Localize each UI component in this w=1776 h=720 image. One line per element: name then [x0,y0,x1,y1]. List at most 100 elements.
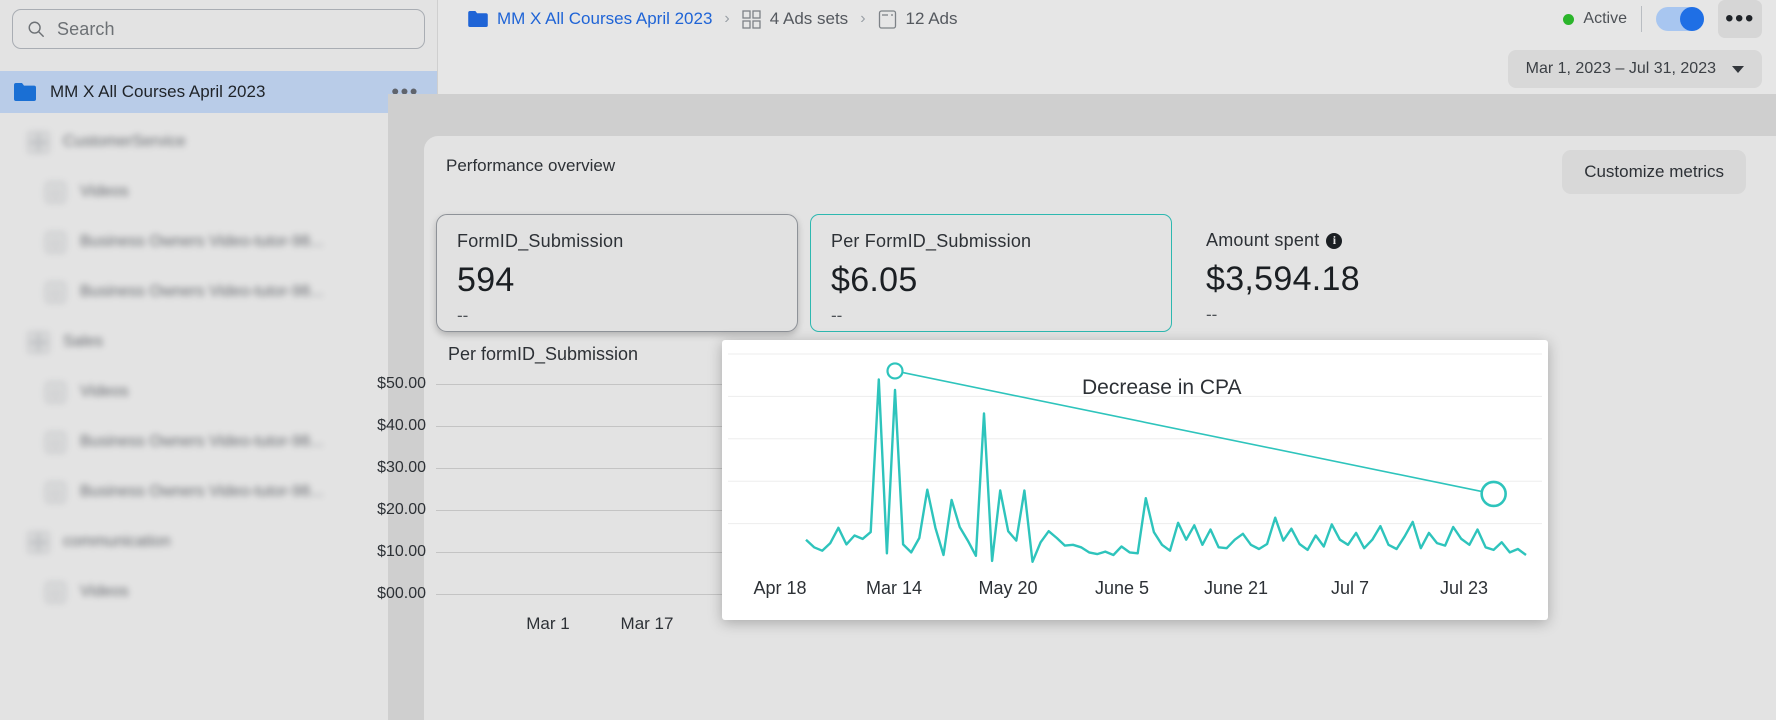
grid-icon [742,9,761,29]
sidebar-item-label: CustomerService [63,133,186,150]
cpa-trend-start-marker [886,362,904,380]
sidebar-item-5[interactable]: Videos [0,367,437,417]
metric-card-value: $3,594.18 [1206,260,1360,298]
sidebar-item-label: Business Owners Video-tutor-98... [80,283,324,300]
background-chart-ytick: $40.00 [377,417,426,434]
adset-icon [45,481,66,503]
sidebar-item-label: communication [63,533,171,550]
sidebar-item-9[interactable]: Videos [0,567,437,617]
sidebar-item-selected-folder[interactable]: MM X All Courses April 2023 ••• [0,71,437,113]
breadcrumb-item-ads[interactable]: 12 Ads [878,9,958,29]
metric-card-value: $6.05 [831,261,918,299]
sidebar-item-6[interactable]: Business Owners Video-tutor-98... [0,417,437,467]
metric-card-amount-spent[interactable]: Amount spent i $3,594.18 -- [1186,214,1566,332]
sidebar-item-label: Videos [80,183,129,200]
breadcrumb-adsets-label: 4 Ads sets [769,9,849,28]
folder-icon [14,83,36,101]
cpa-line-series [805,378,1527,563]
search-container: Search [0,0,437,49]
status-dot-icon [1563,13,1575,25]
metric-card-formid-submission[interactable]: FormID_Submission 594 -- [436,214,798,332]
cpa-chart-xtick: Jul 23 [1439,578,1489,598]
sidebar-item-label: Videos [80,383,129,400]
sidebar-folder-label: MM X All Courses April 2023 [50,82,266,101]
background-chart-ytick: $30.00 [377,459,426,476]
metric-card-per-formid-submission[interactable]: Per FormID_Submission $6.05 -- [810,214,1172,332]
background-chart-ytick: $00.00 [377,585,426,602]
metric-card-label: Amount spent i [1206,230,1546,251]
search-placeholder: Search [57,18,115,39]
metric-card-sub: -- [457,306,469,325]
cpa-chart-xtick: June 21 [1203,578,1269,598]
app-root: Search MM X All Courses April 2023 ••• C… [0,0,1776,720]
metric-card-sub: -- [1206,305,1218,324]
adset-icon [45,281,66,303]
adset-icon [45,231,66,253]
info-icon[interactable]: i [1326,232,1343,249]
status-label: Active [1583,10,1627,27]
campaign-icon [28,331,49,353]
adset-icon [45,581,66,603]
breadcrumb-ads-label: 12 Ads [905,9,958,28]
sidebar-item-label: Business Owners Video-tutor-98... [80,233,324,250]
cpa-chart-svg [728,353,1542,563]
background-chart-ytick: $10.00 [377,543,426,560]
sidebar-item-4[interactable]: Sales [0,317,437,367]
sidebar-item-7[interactable]: Business Owners Video-tutor-98... [0,467,437,517]
date-range-selector[interactable]: Mar 1, 2023 – Jul 31, 2023 [1507,50,1762,88]
adset-icon [45,381,66,403]
search-icon [28,21,44,37]
background-chart-xtick: Mar 1 [526,614,570,633]
cpa-chart-xtick: June 5 [1094,578,1150,598]
cpa-chart-overlay: Decrease in CPA Apr 18 Mar 14 May 20 June 5… [722,340,1548,620]
date-range-label: Mar 1, 2023 – Jul 31, 2023 [1525,60,1716,77]
ellipsis-icon: ••• [1725,5,1755,32]
metric-cards: FormID_Submission 594 -- Per FormID_Subm… [424,214,1776,332]
cpa-chart-xtick: May 20 [978,578,1038,598]
background-chart-xtick: Mar 17 [620,614,674,633]
sidebar-item-1[interactable]: Videos [0,167,437,217]
metric-card-label: FormID_Submission [457,231,624,251]
more-options-button[interactable]: ••• [1718,0,1762,38]
sidebar-item-3[interactable]: Business Owners Video-tutor-98... [0,267,437,317]
campaign-icon [28,131,49,153]
breadcrumb-separator-2: › [860,10,866,27]
metric-card-label-text: Amount spent [1206,230,1320,250]
cpa-chart-xaxis: Apr 18 Mar 14 May 20 June 5 June 21 Jul 7 Jul … [722,568,1548,620]
adset-icon [45,431,66,453]
sidebar-item-label: Business Owners Video-tutor-98... [80,483,324,500]
page-title: Performance overview [446,156,616,175]
breadcrumb-item-adsets[interactable]: 4 Ads sets [742,9,848,29]
search-input[interactable]: Search [12,9,425,49]
customize-metrics-button[interactable]: Customize metrics [1562,150,1746,194]
sidebar-item-label: Sales [63,333,104,350]
sidebar: Search MM X All Courses April 2023 ••• C… [0,0,438,720]
breadcrumb-folder-label: MM X All Courses April 2023 [497,9,713,28]
sidebar-item-label: Videos [80,583,129,600]
datebar: Mar 1, 2023 – Jul 31, 2023 [438,38,1776,94]
ad-icon [878,9,896,29]
topbar-actions: Active ••• [1563,0,1776,38]
metric-card-label: Per FormID_Submission [831,231,1032,251]
adset-icon [45,181,66,203]
sidebar-item-8[interactable]: communication [0,517,437,567]
divider [1641,6,1642,32]
breadcrumb: MM X All Courses April 2023 › 4 Ads sets… [468,9,958,29]
sidebar-tree: CustomerService Videos Business Owners Vid… [0,113,437,617]
sidebar-item-0[interactable]: CustomerService [0,117,437,167]
metric-card-sub: -- [831,306,843,325]
breadcrumb-separator: › [724,10,730,27]
status-badge: Active [1563,10,1627,28]
cpa-chart-xtick: Mar 14 [865,578,923,598]
background-chart-ytick: $50.00 [377,375,426,392]
active-toggle[interactable] [1656,7,1704,31]
cpa-trend-end-marker [1480,480,1507,508]
chart-annotation: Decrease in CPA [1082,376,1242,399]
breadcrumb-item-folder[interactable]: MM X All Courses April 2023 [468,9,712,29]
metric-card-value: 594 [457,261,515,299]
sidebar-item-2[interactable]: Business Owners Video-tutor-98... [0,217,437,267]
chevron-down-icon [1732,65,1744,73]
folder-icon [468,11,488,27]
toggle-knob [1680,7,1704,31]
sidebar-item-label: Business Owners Video-tutor-98... [80,433,324,450]
